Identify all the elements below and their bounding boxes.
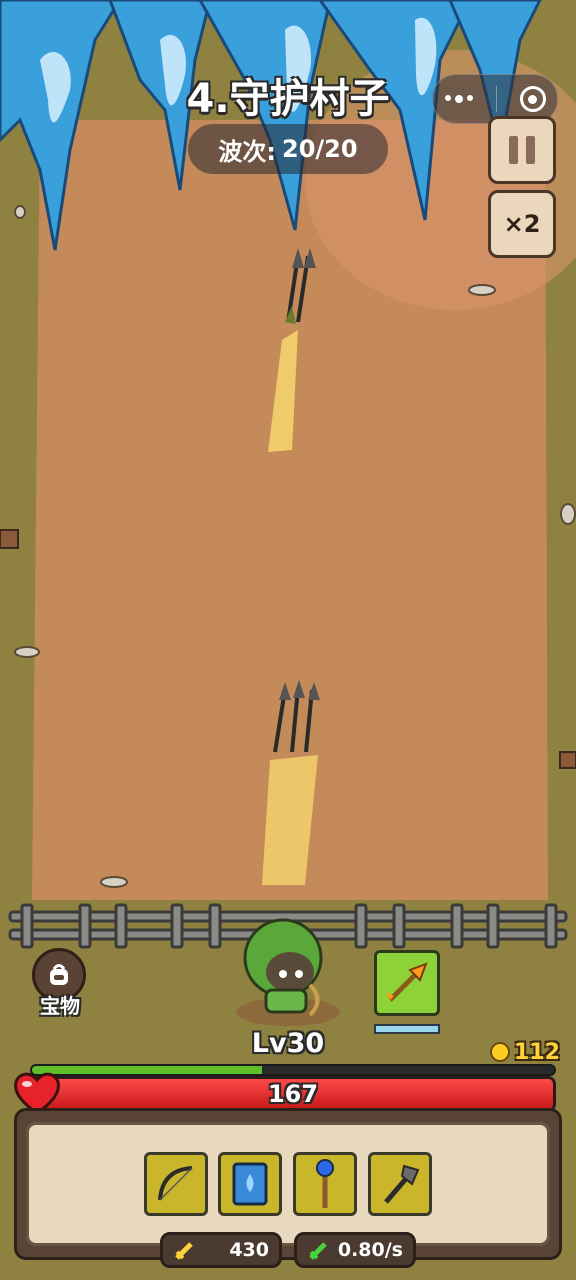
treasure-label: 宝物 [40, 994, 80, 1018]
equipment-slot-bow[interactable] [144, 1152, 208, 1216]
health-value: 167 [267, 1080, 319, 1108]
gold-value: 112 [514, 1039, 560, 1065]
gold-counter: 112 [490, 1038, 560, 1066]
attack-sword-icon [175, 1242, 193, 1260]
blue-orb-staff-icon [316, 1159, 334, 1208]
pause-button[interactable] [488, 116, 556, 184]
speed-label: ×2 [503, 210, 541, 238]
attack-stat: 430 [160, 1232, 282, 1268]
water-spellbook-icon [232, 1162, 268, 1206]
xp-bar-fill [32, 1066, 262, 1074]
equipment-panel-inner [26, 1122, 550, 1246]
attack-speed-value: 0.80/s [337, 1239, 403, 1261]
skill-cooldown-bar [374, 1024, 440, 1034]
attack-speed-icon [309, 1242, 327, 1260]
bow-icon [158, 1166, 193, 1201]
attack-value: 430 [229, 1239, 269, 1261]
equipment-slot-spellbook[interactable] [218, 1152, 282, 1216]
backpack-icon [50, 964, 68, 985]
wave-counter: 波次: 20/20 [188, 124, 388, 174]
golden-arrow-skill-icon [386, 962, 428, 1002]
axe-icon [384, 1164, 420, 1204]
equipment-slot-axe[interactable] [368, 1152, 432, 1216]
attack-speed-stat: 0.80/s [294, 1232, 416, 1268]
speed-button[interactable]: ×2 [488, 190, 556, 258]
xp-bar [30, 1064, 556, 1076]
pause-icon [509, 136, 535, 164]
target-close-icon[interactable] [519, 86, 546, 112]
gold-coin-icon [490, 1042, 510, 1062]
wave-label: 波次: [218, 137, 277, 166]
capsule-divider [495, 86, 497, 112]
hero-level: Lv30 [251, 1028, 325, 1059]
equipment-slot-staff[interactable] [293, 1152, 357, 1216]
skill-button[interactable] [374, 950, 440, 1016]
wave-value: 20/20 [282, 135, 358, 163]
more-dots-icon[interactable] [444, 95, 473, 103]
